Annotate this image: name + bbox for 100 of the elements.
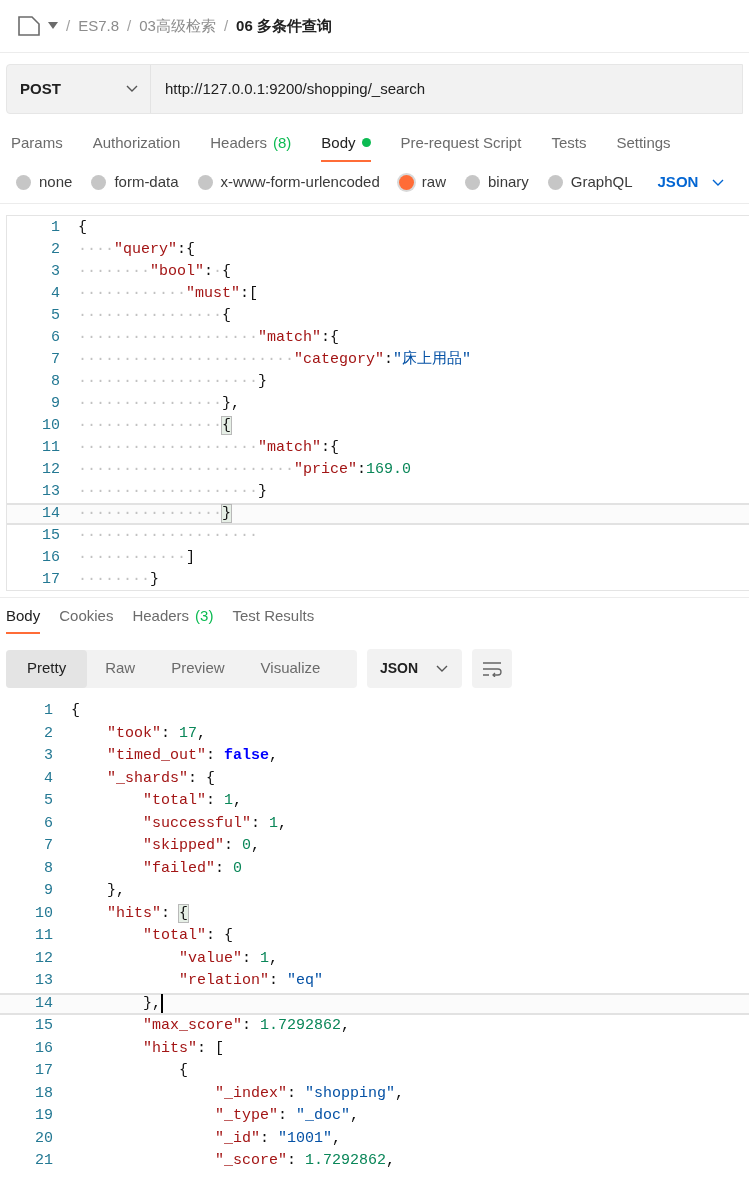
code-line: "_index": "shopping", (214, 1084, 405, 1103)
line-number: 12 (41, 461, 60, 479)
line-number: 18 (34, 1084, 53, 1103)
breadcrumb-item[interactable]: ES7.8 (78, 14, 120, 38)
code-line: { (178, 1062, 189, 1081)
line-number: 13 (41, 483, 60, 501)
code-line: { (78, 219, 87, 237)
breadcrumb-separator: / (223, 15, 229, 36)
line-number: 14 (41, 505, 60, 523)
radio-button[interactable] (464, 175, 480, 190)
line-number: 4 (50, 285, 60, 303)
radio-option[interactable]: x-www-form-urlencoded (197, 171, 380, 194)
breadcrumb-item[interactable]: 06 多条件查询 (236, 14, 332, 38)
tab[interactable]: Tests (551, 131, 587, 162)
line-number: 17 (41, 571, 60, 589)
tab[interactable]: Authorization (92, 131, 181, 162)
code-line: "skipped": 0, (142, 837, 261, 856)
wrap-lines-button[interactable] (472, 649, 512, 688)
tab[interactable]: Pre-request Script (400, 131, 522, 162)
code-line: "hits": [ (142, 1039, 225, 1058)
line-number: 15 (34, 1017, 53, 1036)
tab[interactable]: Body (321, 131, 371, 162)
breadcrumb-item[interactable]: 03高级检索 (139, 14, 216, 38)
line-number: 16 (34, 1039, 53, 1058)
format-select[interactable]: JSON (367, 649, 462, 688)
tab[interactable]: Headers (3) (132, 604, 214, 634)
line-number: 2 (43, 724, 53, 743)
line-number: 17 (34, 1062, 53, 1081)
line-number: 3 (43, 747, 53, 766)
code-line: ················{ (78, 417, 232, 435)
code-line: "_shards": { (106, 769, 216, 788)
radio-button[interactable] (16, 175, 31, 190)
code-line: ················} (78, 505, 232, 523)
code-line: ········"bool":·{ (78, 263, 232, 281)
view-mode-tab[interactable]: Pretty (6, 649, 88, 688)
tab[interactable]: Test Results (232, 604, 315, 634)
code-line: }, (106, 882, 125, 901)
code-line: ················}, (78, 395, 241, 413)
code-line: ····················} (78, 373, 268, 391)
tab[interactable]: Params (11, 131, 63, 162)
code-line: "_type": "_doc", (214, 1107, 360, 1126)
code-line: "timed_out": false, (106, 747, 279, 766)
line-number: 10 (41, 417, 60, 435)
view-mode-tab[interactable]: Preview (153, 649, 243, 688)
line-number: 10 (34, 904, 53, 923)
line-number: 1 (50, 219, 60, 237)
caret-icon[interactable] (48, 22, 58, 30)
code-line: "value": 1, (178, 949, 279, 968)
radio-option[interactable]: raw (398, 171, 446, 194)
line-number: 15 (41, 527, 60, 545)
line-number: 5 (43, 792, 53, 811)
code-line: ····················"match":{ (78, 329, 340, 347)
code-line: "max_score": 1.7292862, (142, 1017, 351, 1036)
radio-option[interactable]: GraphQL (547, 171, 633, 194)
line-number: 4 (43, 769, 53, 788)
line-number: 21 (34, 1152, 53, 1171)
radio-option[interactable]: none (16, 171, 73, 194)
breadcrumb-separator: / (66, 15, 71, 36)
line-number: 14 (34, 994, 53, 1013)
code-line: "_score": 1.7292862, (214, 1152, 396, 1171)
code-line: "total": 1, (142, 792, 243, 811)
code-line: "relation": "eq" (178, 972, 324, 991)
radio-button[interactable] (398, 175, 414, 190)
line-number: 7 (50, 351, 60, 369)
line-number: 8 (50, 373, 60, 391)
chevron-down-icon (712, 178, 725, 187)
radio-button[interactable] (91, 175, 107, 190)
tab[interactable]: Headers (8) (210, 131, 292, 162)
line-number: 16 (41, 549, 60, 567)
code-line: "took": 17, (106, 724, 207, 743)
tab[interactable]: Body (6, 604, 41, 634)
code-line: ····················} (78, 483, 268, 501)
code-line: ············] (78, 549, 196, 567)
line-number: 5 (50, 307, 60, 325)
line-number: 13 (34, 972, 53, 991)
line-number: 12 (34, 949, 53, 968)
code-line: "successful": 1, (142, 814, 288, 833)
line-number: 11 (41, 439, 60, 457)
radio-option[interactable]: binary (464, 171, 529, 194)
radio-option[interactable]: form-data (91, 171, 179, 194)
language-select[interactable]: JSON (651, 171, 725, 194)
tab[interactable]: Settings (616, 131, 671, 162)
tab[interactable]: Cookies (59, 604, 114, 634)
line-number: 9 (43, 882, 53, 901)
view-mode-tab[interactable]: Visualize (242, 649, 339, 688)
view-mode-tab[interactable]: Raw (87, 649, 154, 688)
line-number: 8 (43, 859, 53, 878)
line-number: 6 (43, 814, 53, 833)
line-number: 3 (50, 263, 60, 281)
code-line: ························"price":169.0 (78, 461, 412, 479)
code-line: "total": { (142, 927, 234, 946)
line-number: 20 (34, 1129, 53, 1148)
line-number: 9 (50, 395, 60, 413)
line-number: 11 (34, 927, 53, 946)
radio-button[interactable] (547, 175, 563, 190)
code-line: }, (142, 994, 161, 1013)
radio-button[interactable] (197, 175, 213, 190)
line-number: 6 (50, 329, 60, 347)
collection-icon[interactable] (18, 16, 40, 36)
wrap-lines-icon (482, 660, 502, 677)
